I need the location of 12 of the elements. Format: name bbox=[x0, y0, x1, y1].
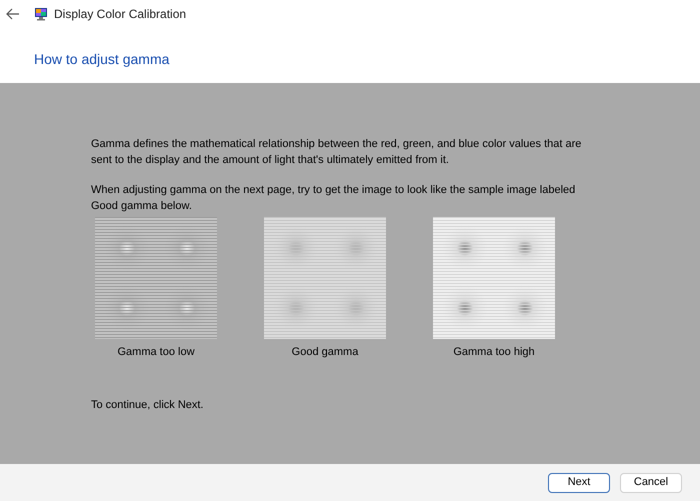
sample-caption: Gamma too low bbox=[117, 345, 195, 360]
sample-caption: Good gamma bbox=[292, 345, 358, 360]
description-text: When adjusting gamma on the next page, try to get the image to look like the sample image labeled Good gamma below. bbox=[91, 183, 576, 214]
monitor-icon bbox=[34, 7, 48, 21]
dialog-button[interactable]: Cancel bbox=[620, 472, 682, 492]
description-text: Gamma defines the mathematical relationship between the red, green, and blue color values that are sent to the display and the amount of light that's ultimately emitted from it. bbox=[91, 137, 582, 168]
sample-caption: Gamma too high bbox=[453, 345, 535, 360]
back-arrow-icon[interactable] bbox=[6, 8, 20, 20]
window-title: Display Color Calibration bbox=[54, 6, 186, 23]
instruction-text: To continue, click Next. bbox=[91, 398, 204, 410]
dialog-button[interactable]: Next bbox=[548, 472, 610, 492]
page-heading: How to adjust gamma bbox=[34, 51, 170, 67]
